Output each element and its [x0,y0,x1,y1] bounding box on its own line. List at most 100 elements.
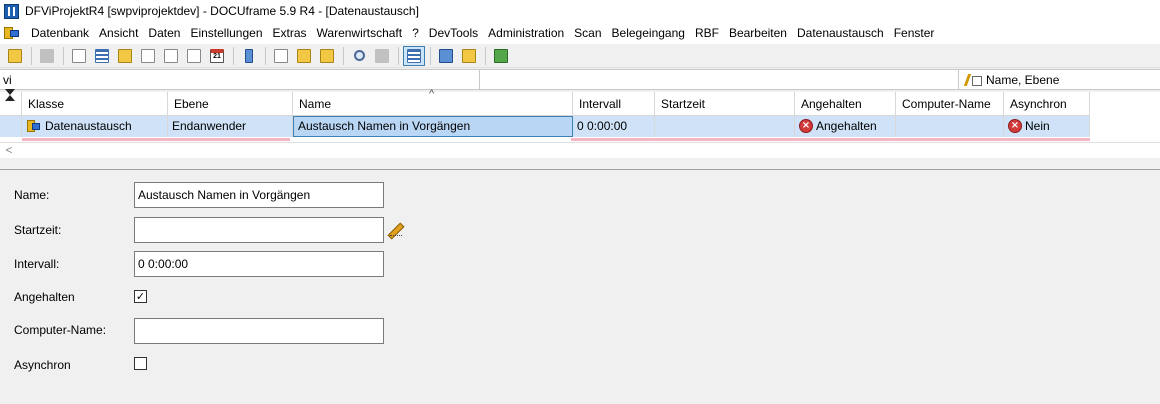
export-icon[interactable] [316,46,338,66]
data-grid: Klasse Ebene Name ^ Intervall Startzeit … [0,88,1160,142]
menu-rbf[interactable]: RBF [690,22,724,44]
cell-angehalten-text: Angehalten [816,119,877,133]
toolbar-separator [430,46,431,65]
folder-icon[interactable] [114,46,136,66]
search-input[interactable] [0,70,480,89]
user-lock-icon[interactable] [4,46,26,66]
detail-form: Name: Austausch Namen in Vorgängen Start… [0,171,1160,404]
datenaustausch-class-icon [26,119,42,133]
layers-icon[interactable] [183,46,205,66]
users-add-icon[interactable] [458,46,480,66]
quick-search-icon [964,73,982,87]
error-x-icon: × [1008,119,1022,133]
row-selector[interactable] [0,116,22,137]
menu-datenbank[interactable]: Datenbank [26,22,94,44]
toolbar: 21 [0,44,1160,68]
column-header-startzeit[interactable]: Startzeit [655,92,795,116]
cell-startzeit[interactable] [655,116,795,137]
horizontal-scrollbar[interactable]: < [0,142,1160,158]
cell-asynchron[interactable]: × Nein [1004,116,1090,137]
new-document-icon[interactable] [270,46,292,66]
phone-icon[interactable] [238,46,260,66]
menu-extras[interactable]: Extras [268,22,312,44]
search-disabled-icon[interactable] [371,46,393,66]
column-header-name-label: Name [299,97,332,111]
column-header-ebene[interactable]: Ebene [168,92,293,116]
cell-klasse[interactable]: Datenaustausch [22,116,168,137]
asynchron-label: Asynchron [14,358,71,372]
menu-bar: Datenbank Ansicht Daten Einstellungen Ex… [0,22,1160,44]
menu-daten[interactable]: Daten [143,22,185,44]
toolbar-separator [485,46,486,65]
calendar-icon[interactable]: 21 [206,46,228,66]
open-folder-icon[interactable] [293,46,315,66]
list-icon[interactable] [91,46,113,66]
search-row: Name, Ebene [0,69,1160,90]
menu-datenaustausch[interactable]: Datenaustausch [792,22,889,44]
users-icon[interactable] [435,46,457,66]
column-header-intervall[interactable]: Intervall [573,92,655,116]
grid-header: Klasse Ebene Name ^ Intervall Startzeit … [0,88,1090,116]
cell-klasse-text: Datenaustausch [45,119,132,133]
cell-angehalten[interactable]: × Angehalten [795,116,896,137]
toolbar-separator [398,46,399,65]
pencil-edit-icon[interactable] [389,221,409,239]
cell-ebene[interactable]: Endanwender [168,116,293,137]
menu-warenwirtschaft[interactable]: Warenwirtschaft [312,22,408,44]
toolbar-separator [343,46,344,65]
menu-bearbeiten[interactable]: Bearbeiten [724,22,792,44]
computer-name-label: Computer-Name: [14,323,107,337]
pane-splitter[interactable] [0,158,1160,170]
error-x-icon: × [799,119,813,133]
intervall-label: Intervall: [14,257,60,271]
print-icon[interactable] [36,46,58,66]
search-scope-label: Name, Ebene [986,72,1060,87]
grid-corner[interactable] [0,92,22,116]
name-field[interactable]: Austausch Namen in Vorgängen [134,182,384,208]
search-scope-button[interactable]: Name, Ebene [960,70,1160,89]
cell-name[interactable]: Austausch Namen in Vorgängen [293,116,573,137]
angehalten-label: Angehalten [14,290,75,304]
column-header-computer-name[interactable]: Computer-Name [896,92,1004,116]
scroll-left-icon[interactable]: < [2,143,16,158]
column-header-asynchron[interactable]: Asynchron [1004,92,1090,116]
note-icon[interactable] [137,46,159,66]
row-validation-underline [22,138,290,141]
menu-fenster[interactable]: Fenster [889,22,940,44]
angehalten-checkbox[interactable]: ✓ [134,290,147,303]
menu-scan[interactable]: Scan [569,22,606,44]
menu-help[interactable]: ? [407,22,424,44]
row-validation-underline [571,138,1090,141]
column-header-klasse[interactable]: Klasse [22,92,168,116]
detail-view-icon[interactable] [403,45,425,66]
intervall-field[interactable]: 0 0:00:00 [134,251,384,277]
menu-administration[interactable]: Administration [483,22,569,44]
name-label: Name: [14,188,50,202]
docuframe-logo-icon[interactable] [4,26,20,40]
check-icon[interactable] [490,46,512,66]
cell-computer-name[interactable] [896,116,1004,137]
column-header-name[interactable]: Name ^ [293,88,573,116]
toolbar-separator [63,46,64,65]
column-header-angehalten[interactable]: Angehalten [795,92,896,116]
contact-card-icon[interactable] [68,46,90,66]
startzeit-label: Startzeit: [14,223,62,237]
app-icon [4,3,19,19]
table-row[interactable]: Datenaustausch Endanwender Austausch Nam… [0,116,1090,137]
computer-name-field[interactable] [134,318,384,344]
sort-ascending-icon: ^ [429,88,435,100]
toolbar-separator [265,46,266,65]
search-icon[interactable] [348,46,370,66]
tag-icon[interactable] [160,46,182,66]
toolbar-separator [233,46,234,65]
cell-asynchron-text: Nein [1025,119,1050,133]
toolbar-separator [31,46,32,65]
startzeit-field[interactable] [134,217,384,243]
menu-einstellungen[interactable]: Einstellungen [185,22,267,44]
menu-ansicht[interactable]: Ansicht [94,22,143,44]
asynchron-checkbox[interactable] [134,357,147,370]
menu-belegeingang[interactable]: Belegeingang [607,22,690,44]
cell-intervall[interactable]: 0 0:00:00 [573,116,655,137]
search-spacer [481,70,959,89]
menu-devtools[interactable]: DevTools [424,22,483,44]
